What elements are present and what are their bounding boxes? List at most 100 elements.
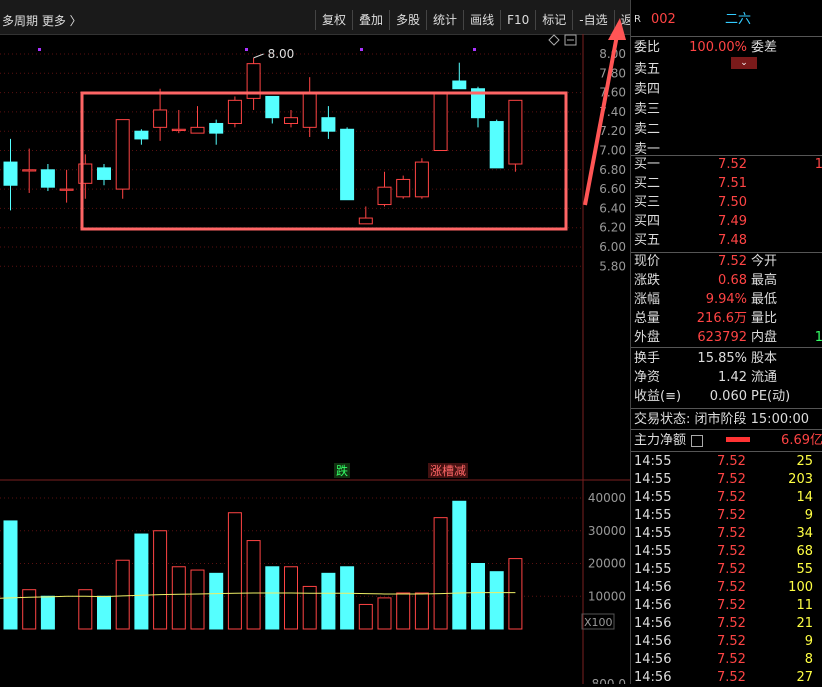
max-pointer — [253, 53, 264, 59]
volume-bar-down — [471, 563, 485, 630]
tick-volume: 68 — [796, 544, 813, 559]
volume-bar-up — [246, 540, 261, 630]
stat2-label: 净资 — [634, 370, 661, 385]
stat-value: 0.68 — [718, 273, 747, 288]
max-price-label: 8.00 — [268, 47, 295, 61]
tick-volume: 34 — [796, 526, 813, 541]
kline-chart[interactable]: 8.007.807.607.407.207.006.806.606.406.20… — [0, 0, 630, 684]
stock-name: 二六 — [725, 12, 752, 27]
tick-price: 7.52 — [717, 562, 746, 577]
volume-bar-down — [321, 572, 336, 630]
stat-row-3: 总量 216.6万 量比 — [631, 309, 822, 328]
divider — [631, 347, 822, 348]
stat-label: 外盘 — [634, 330, 661, 345]
stat-label: 现价 — [634, 254, 661, 269]
candle-body-down — [340, 128, 355, 201]
annotation-fall: 跌 — [334, 463, 350, 478]
tick-price: 7.52 — [717, 598, 746, 613]
tick-price: 7.52 — [717, 508, 746, 523]
stat2-row-0: 换手 15.85% 股本 — [631, 349, 822, 368]
tick-price: 7.52 — [717, 544, 746, 559]
tick-time: 14:55 — [634, 454, 672, 469]
trade-status-row: 交易状态: 闭市阶段 15:00:00 — [631, 410, 822, 429]
tick-price: 7.52 — [717, 652, 746, 667]
tick-volume: 203 — [788, 472, 813, 487]
divider — [631, 451, 822, 452]
volume-bar-up — [227, 512, 242, 630]
candle-body-up — [22, 169, 37, 172]
list-icon[interactable] — [691, 435, 703, 447]
tick-price: 7.52 — [717, 634, 746, 649]
volume-bar-down — [3, 520, 18, 630]
tick-time: 14:56 — [634, 634, 672, 649]
stat2-label: 换手 — [634, 351, 661, 366]
tick-price: 7.52 — [717, 454, 746, 469]
event-marker — [245, 48, 248, 51]
tick-time: 14:55 — [634, 526, 672, 541]
volume-bar-up — [414, 592, 429, 630]
bid-row-0: 买一 7.52 1 — [631, 155, 822, 174]
candle-body-down — [452, 80, 467, 90]
quote-panel: R 002 二六 委比 100.00% 委差 ⌄ 卖五 卖四 卖三 卖二 卖一 买一 7.52 1 买二 7.5… — [630, 0, 822, 685]
volume-bar-down — [265, 566, 280, 630]
tick-time: 14:56 — [634, 580, 672, 595]
tick-volume: 9 — [804, 508, 813, 523]
bottom-tick-label: 800.0 — [592, 677, 626, 684]
stat-value-2: 1 — [814, 330, 822, 345]
volume-tick-label: 40000 — [588, 491, 626, 505]
candle-body-down — [134, 130, 149, 140]
tick-price: 7.52 — [717, 490, 746, 505]
price-tick-label: 7.20 — [599, 124, 626, 138]
tick-volume: 9 — [804, 634, 813, 649]
stat-row-2: 涨幅 9.94% 最低 — [631, 290, 822, 309]
volume-bar-up — [153, 530, 168, 630]
candle-body-up — [227, 99, 242, 124]
tick-time: 14:56 — [634, 670, 672, 685]
main-net-value: 6.69亿 — [781, 433, 822, 448]
tick-row: 14:55 7.52 68 — [631, 543, 822, 561]
candle-body-up — [190, 126, 205, 134]
stock-header: R 002 二六 — [631, 10, 822, 29]
stat-value: 623792 — [697, 330, 747, 345]
stat2-label: 收益(≡) — [634, 389, 682, 404]
candle-body-up — [284, 117, 298, 124]
tick-price: 7.52 — [717, 670, 746, 685]
ask-row-2: 卖三 — [631, 100, 822, 119]
bid-label: 买一 — [634, 157, 661, 172]
stat-label-2: 最高 — [751, 273, 778, 288]
bid-row-3: 买四 7.49 — [631, 212, 822, 231]
volume-bar-up — [508, 558, 523, 630]
stat-row-0: 现价 7.52 今开 — [631, 252, 822, 271]
tick-row: 14:55 7.52 34 — [631, 525, 822, 543]
candle-body-up — [414, 161, 429, 198]
tick-row: 14:56 7.52 21 — [631, 615, 822, 633]
ask-row-3: 卖二 — [631, 120, 822, 139]
r-badge: R — [634, 14, 641, 25]
tick-volume: 25 — [796, 454, 813, 469]
volume-bar-down — [340, 566, 355, 630]
event-marker — [473, 48, 476, 51]
diamond-icon — [548, 34, 560, 46]
tick-time: 14:56 — [634, 652, 672, 667]
stat-label: 总量 — [634, 311, 661, 326]
stat-label-2: 今开 — [751, 254, 778, 269]
volume-bar-up — [433, 517, 448, 630]
tick-time: 14:55 — [634, 472, 672, 487]
bid-price: 7.51 — [718, 176, 747, 191]
volume-bar-down — [97, 595, 111, 630]
bid-label: 买四 — [634, 214, 661, 229]
price-tick-label: 6.80 — [599, 163, 626, 177]
tick-time: 14:55 — [634, 490, 672, 505]
tick-row: 14:56 7.52 9 — [631, 633, 822, 651]
volume-bar-up — [171, 566, 186, 630]
candle-body-up — [396, 178, 411, 198]
tick-volume: 27 — [796, 670, 813, 685]
tick-volume: 8 — [804, 652, 813, 667]
main-net-row: 主力净额 6.69亿 — [631, 431, 822, 450]
bid-row-4: 买五 7.48 — [631, 231, 822, 250]
candle-body-up — [358, 217, 373, 225]
ask-label: 卖五 — [634, 62, 661, 77]
candle-body-up — [115, 119, 130, 190]
volume-bar-up — [284, 566, 298, 630]
ask-label: 卖二 — [634, 122, 661, 137]
